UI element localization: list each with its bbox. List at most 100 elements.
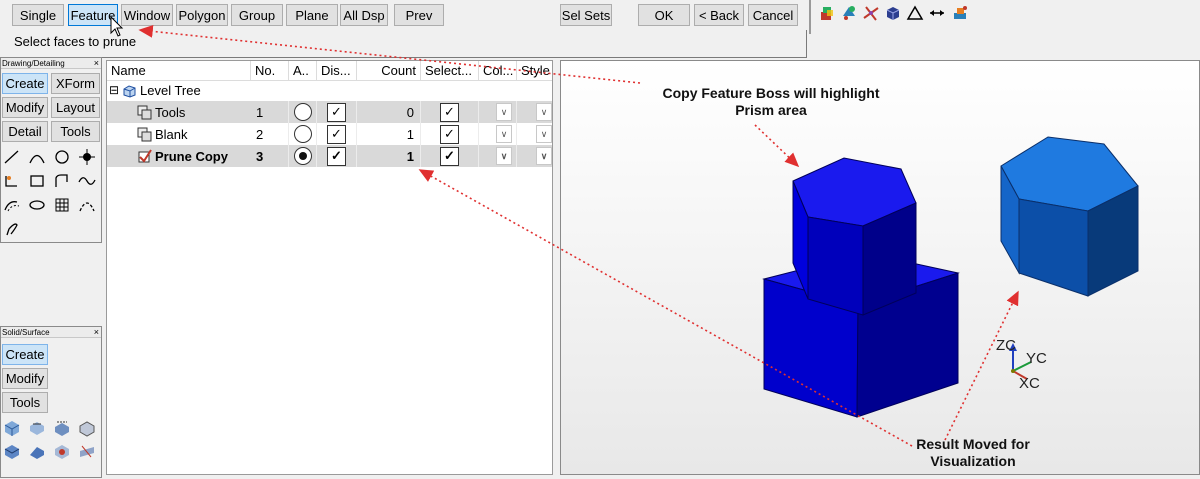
drawing-tools-button[interactable]: Tools (51, 121, 100, 142)
column-header-name[interactable]: Name (107, 61, 251, 81)
column-header-count[interactable]: Count (357, 61, 421, 81)
style-dropdown[interactable]: ∨ (517, 145, 552, 167)
color-dropdown[interactable]: ∨ (479, 101, 517, 123)
level-name: Tools (155, 104, 186, 120)
collapse-toggle-icon[interactable]: ⊟ (109, 83, 119, 97)
model-geometry (762, 136, 1139, 418)
fillet-icon[interactable] (1, 170, 23, 192)
boolean-solid-icon[interactable] (51, 440, 73, 462)
drawing-create-button[interactable]: Create (2, 73, 48, 94)
arch-icon[interactable] (76, 194, 98, 216)
intersection-icon[interactable] (862, 4, 880, 22)
arc-icon[interactable] (26, 146, 48, 168)
thicken-solid-icon[interactable] (76, 440, 98, 462)
prompt-text: Select faces to prune (14, 34, 137, 49)
point-icon[interactable] (76, 146, 98, 168)
box-solid-icon[interactable] (1, 440, 23, 462)
dimension-arrow-icon[interactable] (928, 4, 946, 22)
color-dropdown[interactable]: ∨ (479, 123, 517, 145)
solid-create-button[interactable]: Create (2, 344, 48, 365)
level-name: Prune Copy (155, 148, 228, 164)
palette-close-icon[interactable]: × (94, 327, 99, 338)
solid-modify-button[interactable]: Modify (2, 368, 48, 389)
active-radio[interactable] (289, 123, 317, 145)
drawing-modify-button[interactable]: Modify (2, 97, 48, 118)
sweep-solid-icon[interactable] (51, 417, 73, 439)
level-number: 1 (251, 101, 289, 123)
offset-curve-icon[interactable] (1, 194, 23, 216)
single-button[interactable]: Single (12, 4, 64, 26)
all-display-button[interactable]: All Dsp (340, 4, 388, 26)
level-tree-icon (123, 85, 136, 98)
select-checkbox[interactable]: ✓ (421, 145, 479, 167)
group-button[interactable]: Group (231, 4, 283, 26)
line-icon[interactable] (1, 146, 23, 168)
level-count: 1 (357, 145, 421, 167)
table-row[interactable]: Blank 2 ✓ 1 ✓ ∨ ∨ (107, 123, 552, 145)
toolbar-separator (809, 0, 811, 34)
back-button[interactable]: < Back (694, 4, 744, 26)
select-checkbox[interactable]: ✓ (421, 123, 479, 145)
drawing-detailing-palette: Drawing/Detailing × Create XForm Modify … (0, 57, 102, 243)
ellipse-icon[interactable] (26, 194, 48, 216)
axis-label-x: XC (1019, 375, 1040, 392)
display-checkbox[interactable]: ✓ (317, 123, 357, 145)
level-name: Blank (155, 126, 188, 142)
tree-root-row[interactable]: ⊟ Level Tree (107, 81, 552, 103)
table-row[interactable]: Tools 1 ✓ 0 ✓ ∨ ∨ (107, 101, 552, 123)
extrude-solid-icon[interactable] (1, 417, 23, 439)
solid-surface-palette: Solid/Surface × Create Modify Tools (0, 326, 102, 478)
display-checkbox[interactable]: ✓ (317, 101, 357, 123)
shaded-view-icon[interactable] (884, 4, 902, 22)
palette-close-icon[interactable]: × (94, 58, 99, 69)
layer-solid-icon[interactable] (951, 4, 969, 22)
style-dropdown[interactable]: ∨ (517, 123, 552, 145)
sketch-curve-icon[interactable] (1, 218, 23, 240)
polyline-icon[interactable] (51, 170, 73, 192)
snap-point-icon[interactable] (840, 4, 858, 22)
solid-stack-icon[interactable] (818, 4, 836, 22)
loft-solid-icon[interactable] (76, 417, 98, 439)
drawing-layout-button[interactable]: Layout (51, 97, 100, 118)
active-radio[interactable] (289, 145, 317, 167)
select-checkbox[interactable]: ✓ (421, 101, 479, 123)
drawing-detail-button[interactable]: Detail (2, 121, 48, 142)
palette-title-text: Solid/Surface (2, 328, 50, 337)
level-tree-panel: Name No. A.. Dis... Count Select... Col.… (106, 60, 553, 475)
grid-icon[interactable] (51, 194, 73, 216)
axis-label-z: ZC (996, 337, 1016, 354)
solid-tools-button[interactable]: Tools (2, 392, 48, 413)
ok-button[interactable]: OK (638, 4, 690, 26)
display-checkbox[interactable]: ✓ (317, 145, 357, 167)
hex-boss-solid (792, 157, 917, 316)
drawing-xform-button[interactable]: XForm (51, 73, 100, 94)
app-window: Single Feature Window Polygon Group Plan… (0, 0, 1200, 479)
plane-button[interactable]: Plane (286, 4, 338, 26)
rectangle-icon[interactable] (26, 170, 48, 192)
table-row-active[interactable]: Prune Copy 3 ✓ 1 ✓ ∨ ∨ (107, 145, 552, 167)
circle-icon[interactable] (51, 146, 73, 168)
column-header-color[interactable]: Col... (479, 61, 517, 81)
wedge-solid-icon[interactable] (26, 440, 48, 462)
polygon-button[interactable]: Polygon (176, 4, 228, 26)
callout-copy-feature-boss: Copy Feature Boss will highlight Prism a… (662, 85, 880, 118)
column-header-active[interactable]: A.. (289, 61, 317, 81)
previous-button[interactable]: Prev (394, 4, 444, 26)
palette-title-text: Drawing/Detailing (2, 59, 65, 68)
graphics-viewport[interactable]: ZC YC XC Copy Feature Boss will highligh… (560, 60, 1200, 475)
selection-sets-button[interactable]: Sel Sets (560, 4, 612, 26)
column-header-select[interactable]: Select... (421, 61, 479, 81)
level-icon (137, 105, 152, 120)
column-header-display[interactable]: Dis... (317, 61, 357, 81)
revolve-solid-icon[interactable] (26, 417, 48, 439)
active-radio[interactable] (289, 101, 317, 123)
cancel-button[interactable]: Cancel (748, 4, 798, 26)
level-count: 0 (357, 101, 421, 123)
color-dropdown[interactable]: ∨ (479, 145, 517, 167)
column-header-style[interactable]: Style (517, 61, 552, 81)
column-header-number[interactable]: No. (251, 61, 289, 81)
triangle-icon[interactable] (906, 4, 924, 22)
spline-icon[interactable] (76, 170, 98, 192)
style-dropdown[interactable]: ∨ (517, 101, 552, 123)
window-button[interactable]: Window (121, 4, 173, 26)
